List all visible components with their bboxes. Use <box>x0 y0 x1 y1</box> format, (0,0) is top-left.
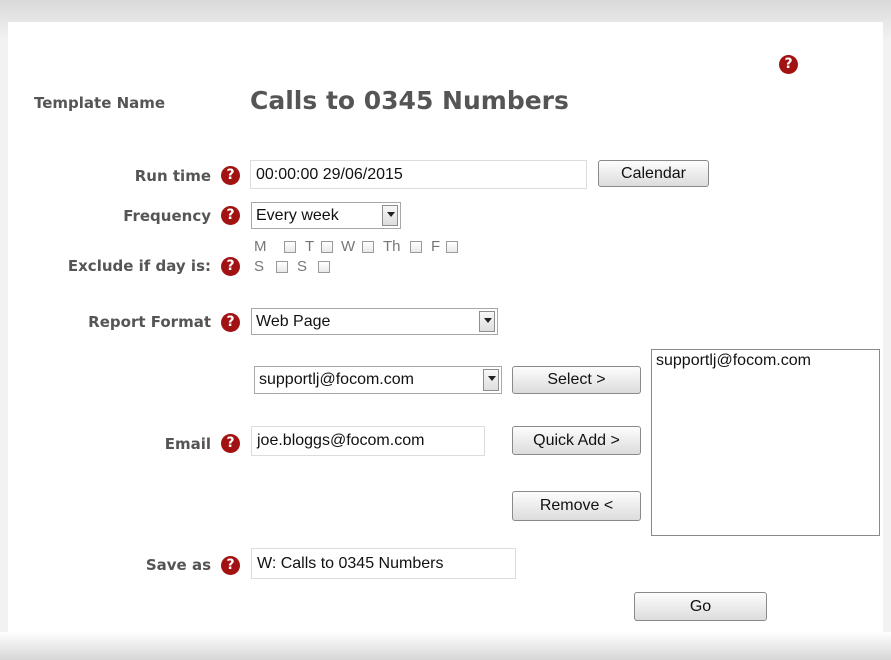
exclude-days-label: Exclude if day is: <box>67 257 211 275</box>
bottom-bar <box>0 632 891 660</box>
frequency-selected: Every week <box>256 207 339 224</box>
day-checkbox-wed[interactable] <box>362 241 374 253</box>
select-email-button[interactable]: Select > <box>512 366 641 394</box>
frequency-label: Frequency <box>123 207 211 225</box>
frequency-help-icon[interactable]: ? <box>221 206 240 225</box>
run-time-input[interactable]: 00:00:00 29/06/2015 <box>250 160 587 189</box>
report-format-select[interactable]: Web Page <box>251 308 498 335</box>
go-button[interactable]: Go <box>634 592 767 621</box>
email-input[interactable]: joe.bloggs@focom.com <box>251 426 485 456</box>
day-checkbox-thu[interactable] <box>410 241 422 253</box>
day-label-thu: Th <box>383 238 401 255</box>
day-checkbox-sun[interactable] <box>318 261 330 273</box>
list-item[interactable]: supportlj@focom.com <box>656 352 875 370</box>
quick-add-button[interactable]: Quick Add > <box>512 426 641 455</box>
email-label: Email <box>164 435 211 453</box>
day-label-fri: F <box>431 238 441 255</box>
report-format-selected: Web Page <box>256 313 331 330</box>
save-as-input[interactable]: W: Calls to 0345 Numbers <box>251 548 516 579</box>
frequency-select[interactable]: Every week <box>251 202 401 229</box>
day-label-tue: T <box>305 238 315 255</box>
report-format-help-icon[interactable]: ? <box>221 313 240 332</box>
day-checkbox-fri[interactable] <box>446 241 458 253</box>
day-label-wed: W <box>341 238 356 255</box>
help-icon[interactable]: ? <box>779 55 798 74</box>
day-checkbox-mon[interactable] <box>284 241 296 253</box>
remove-email-button[interactable]: Remove < <box>512 491 641 521</box>
chevron-down-icon <box>479 311 495 332</box>
run-time-help-icon[interactable]: ? <box>221 166 240 185</box>
email-select-value: supportlj@focom.com <box>259 371 414 388</box>
day-label-mon: M <box>254 238 267 255</box>
calendar-button[interactable]: Calendar <box>598 160 709 187</box>
template-name-value: Calls to 0345 Numbers <box>250 86 569 115</box>
report-format-label: Report Format <box>88 313 211 331</box>
run-time-label: Run time <box>134 167 211 185</box>
day-checkbox-sat[interactable] <box>276 261 288 273</box>
email-select[interactable]: supportlj@focom.com <box>254 366 502 394</box>
email-help-icon[interactable]: ? <box>221 434 240 453</box>
day-checkbox-tue[interactable] <box>321 241 333 253</box>
template-name-label: Template Name <box>34 94 166 112</box>
save-as-label: Save as <box>145 556 211 574</box>
chevron-down-icon <box>483 369 499 391</box>
email-recipients-list[interactable]: supportlj@focom.com <box>651 349 880 536</box>
save-as-help-icon[interactable]: ? <box>221 556 240 575</box>
day-label-sun: S <box>297 258 308 275</box>
day-label-sat: S <box>254 258 265 275</box>
chevron-down-icon <box>382 205 398 226</box>
exclude-days-help-icon[interactable]: ? <box>221 257 240 276</box>
